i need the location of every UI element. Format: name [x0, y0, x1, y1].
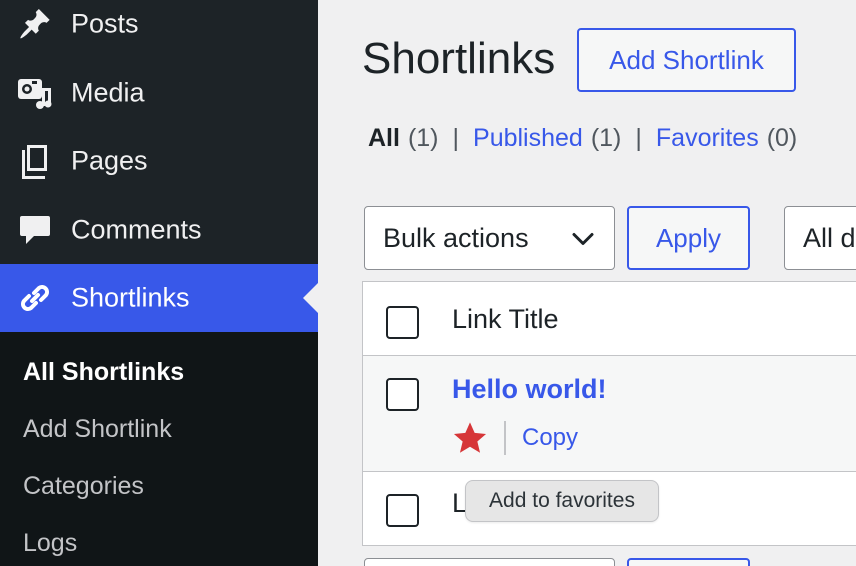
row-title-link[interactable]: Hello world! — [452, 374, 607, 405]
menu-item-comments[interactable]: Comments — [0, 196, 318, 264]
status-filters: All (1) | Published (1) | Favorites (0) — [368, 124, 797, 153]
apply-button[interactable]: Apply — [627, 206, 750, 270]
menu-label-pages: Pages — [71, 145, 148, 176]
page-title: Shortlinks — [362, 34, 556, 83]
active-menu-arrow — [303, 282, 319, 314]
menu-label-comments: Comments — [71, 214, 202, 245]
select-all-checkbox[interactable] — [386, 306, 419, 339]
menu-item-posts[interactable]: Posts — [0, 0, 318, 58]
filter-all-count: (1) — [407, 124, 439, 152]
submenu-logs[interactable]: Logs — [23, 529, 77, 558]
bulk-actions-select-bottom[interactable] — [364, 558, 615, 566]
menu-label-posts: Posts — [71, 8, 139, 39]
menu-item-pages[interactable]: Pages — [0, 127, 318, 195]
column-link-title[interactable]: Link Title — [452, 304, 559, 335]
link-icon — [16, 279, 54, 317]
menu-label-shortlinks: Shortlinks — [71, 282, 190, 313]
shortlinks-submenu: All Shortlinks Add Shortlink Categories … — [0, 332, 318, 566]
filter-published-count: (1) — [590, 124, 622, 152]
pages-icon — [16, 142, 54, 180]
admin-sidebar: Posts Media Pages Comments Shortlinks Al… — [0, 0, 319, 566]
copy-link[interactable]: Copy — [522, 424, 578, 452]
star-icon[interactable] — [452, 420, 488, 456]
chevron-down-icon — [572, 223, 594, 254]
submenu-categories[interactable]: Categories — [23, 472, 144, 501]
submenu-add-shortlink[interactable]: Add Shortlink — [23, 415, 172, 444]
filter-favorites-count: (0) — [766, 124, 798, 152]
table-row: Hello world! Copy — [363, 356, 856, 472]
row-action-divider — [504, 421, 506, 455]
menu-label-media: Media — [71, 77, 145, 108]
filter-favorites[interactable]: Favorites — [656, 124, 759, 153]
bulk-actions-value: Bulk actions — [383, 222, 529, 253]
add-shortlink-button[interactable]: Add Shortlink — [577, 28, 796, 92]
submenu-all-shortlinks[interactable]: All Shortlinks — [23, 358, 184, 387]
apply-button-bottom[interactable] — [627, 558, 750, 566]
filter-separator: | — [452, 124, 460, 152]
date-filter-select[interactable]: All d — [784, 206, 856, 270]
media-icon — [16, 74, 54, 112]
pin-icon — [16, 5, 54, 43]
comment-icon — [16, 211, 54, 249]
filter-separator: | — [635, 124, 642, 152]
table-header-row: Link Title — [363, 282, 856, 356]
filter-published[interactable]: Published — [473, 124, 583, 153]
row-checkbox[interactable] — [386, 378, 419, 411]
menu-item-shortlinks[interactable]: Shortlinks — [0, 264, 319, 332]
row-checkbox[interactable] — [386, 494, 419, 527]
menu-item-media[interactable]: Media — [0, 59, 318, 127]
favorites-tooltip: Add to favorites — [465, 480, 659, 522]
filter-all[interactable]: All — [368, 124, 400, 153]
bulk-actions-select[interactable]: Bulk actions — [364, 206, 615, 270]
